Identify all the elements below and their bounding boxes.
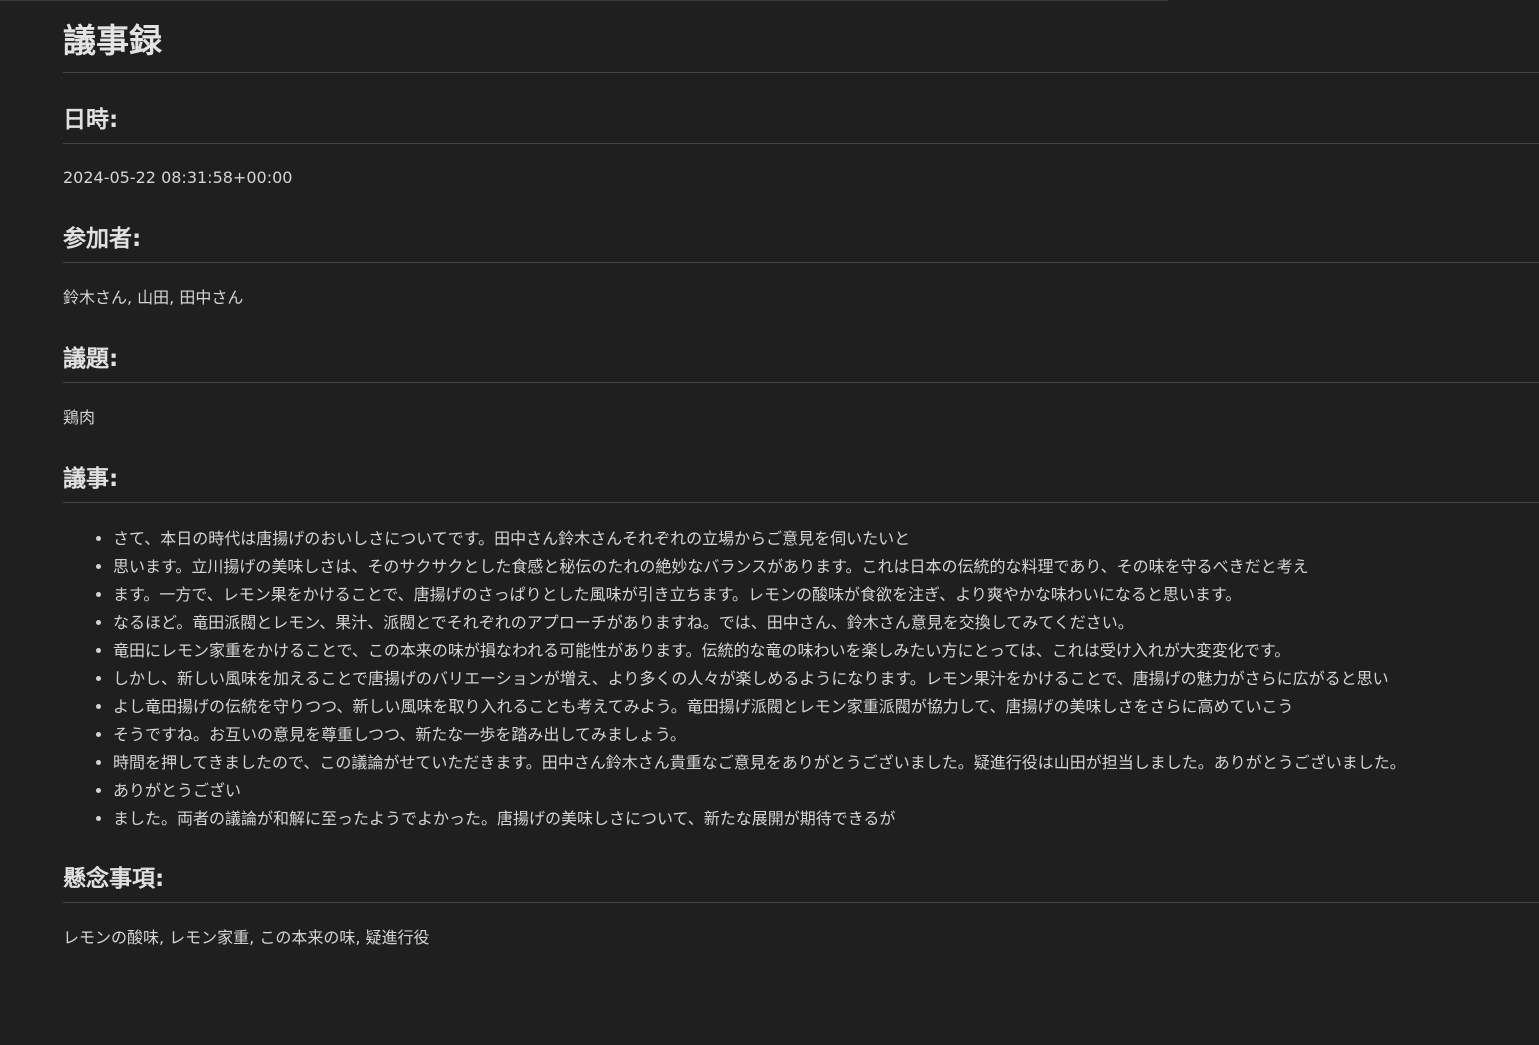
list-item: なるほど。竜田派閥とレモン、果汁、派閥とでそれぞれのアプローチがありますね。では… — [113, 609, 1539, 637]
date-heading: 日時: — [63, 105, 1539, 144]
list-item: 思います。立川揚げの美味しさは、そのサクサクとした食感と秘伝のたれの絶妙なバラン… — [113, 553, 1539, 581]
page-title: 議事録 — [63, 0, 1539, 73]
list-item: よし竜田揚げの伝統を守りつつ、新しい風味を取り入れることも考えてみよう。竜田揚げ… — [113, 693, 1539, 721]
list-item: ました。両者の議論が和解に至ったようでよかった。唐揚げの美味しさについて、新たな… — [113, 805, 1539, 833]
section-date: 日時: 2024-05-22 08:31:58+00:00 — [63, 105, 1539, 188]
list-item: ありがとうござい — [113, 777, 1539, 805]
section-concerns: 懸念事項: レモンの酸味, レモン家重, この本来の味, 疑進行役 — [63, 864, 1539, 948]
section-topic: 議題: 鶏肉 — [63, 344, 1539, 428]
minutes-document: 議事録 日時: 2024-05-22 08:31:58+00:00 参加者: 鈴… — [63, 0, 1539, 947]
list-item: 時間を押してきましたので、この議論がせていただきます。田中さん鈴木さん貴重なご意… — [113, 749, 1539, 777]
list-item: ます。一方で、レモン果をかけることで、唐揚げのさっぱりとした風味が引き立ちます。… — [113, 581, 1539, 609]
list-item: そうですね。お互いの意見を尊重しつつ、新たな一歩を踏み出してみましょう。 — [113, 721, 1539, 749]
list-item: さて、本日の時代は唐揚げのおいしさについてです。田中さん鈴木さんそれぞれの立場か… — [113, 525, 1539, 553]
topic-heading: 議題: — [63, 344, 1539, 383]
list-item: 竜田にレモン家重をかけることで、この本来の味が損なわれる可能性があります。伝統的… — [113, 637, 1539, 665]
date-value: 2024-05-22 08:31:58+00:00 — [63, 168, 293, 187]
participants-value: 鈴木さん, 山田, 田中さん — [63, 288, 244, 307]
list-item: しかし、新しい風味を加えることで唐揚げのバリエーションが増え、より多くの人々が楽… — [113, 665, 1539, 693]
minutes-list: さて、本日の時代は唐揚げのおいしさについてです。田中さん鈴木さんそれぞれの立場か… — [63, 525, 1539, 833]
concerns-heading: 懸念事項: — [63, 864, 1539, 903]
section-participants: 参加者: 鈴木さん, 山田, 田中さん — [63, 224, 1539, 308]
section-minutes: 議事: さて、本日の時代は唐揚げのおいしさについてです。田中さん鈴木さんそれぞれ… — [63, 464, 1539, 833]
concerns-value: レモンの酸味, レモン家重, この本来の味, 疑進行役 — [63, 928, 430, 947]
topic-value: 鶏肉 — [63, 408, 96, 427]
participants-heading: 参加者: — [63, 224, 1539, 263]
page-title-text: 議事録 — [63, 21, 162, 60]
minutes-heading: 議事: — [63, 464, 1539, 503]
